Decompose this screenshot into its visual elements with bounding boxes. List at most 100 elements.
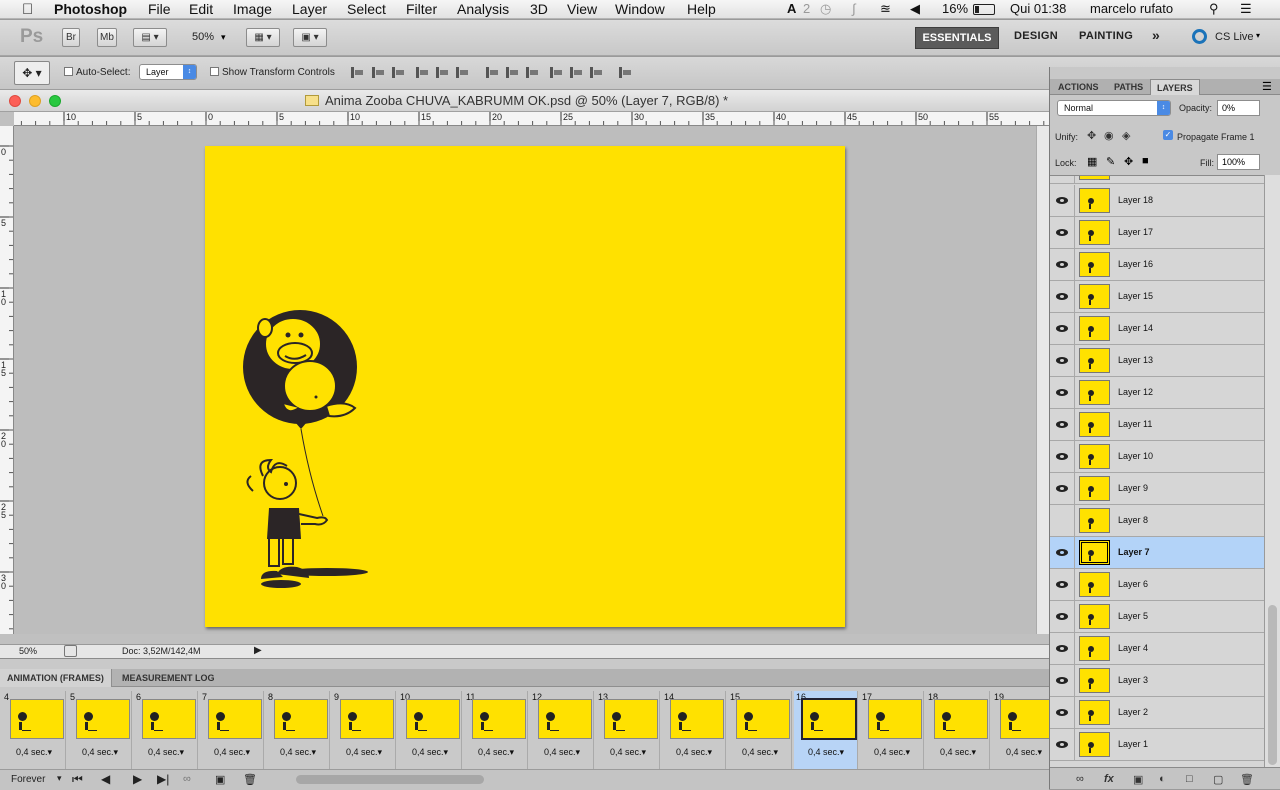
- frame-thumbnail[interactable]: [10, 699, 64, 739]
- align-left-icon[interactable]: [414, 65, 429, 80]
- zoom-chevron-icon[interactable]: ▾: [221, 32, 226, 43]
- layer-row[interactable]: Layer 10: [1050, 441, 1264, 473]
- animation-frame[interactable]: 6 0,4 sec.▾: [134, 691, 198, 769]
- layer-row[interactable]: Layer 8: [1050, 505, 1264, 537]
- auto-select-checkbox[interactable]: [64, 67, 73, 76]
- eye-icon[interactable]: [1056, 741, 1068, 748]
- frame-thumbnail[interactable]: [274, 699, 328, 739]
- animation-frame[interactable]: 12 0,4 sec.▾: [530, 691, 594, 769]
- zoom-window-button[interactable]: [49, 95, 61, 107]
- layer-mask-icon[interactable]: ▣: [1133, 773, 1143, 786]
- layer-visibility-cell[interactable]: [1050, 217, 1075, 248]
- auto-select-toggle[interactable]: Auto-Select:: [64, 67, 130, 78]
- status-arrow-icon[interactable]: ▶: [254, 645, 262, 656]
- eye-icon[interactable]: [1056, 357, 1068, 364]
- delete-frame-icon[interactable]: 🗑: [243, 773, 257, 786]
- menu-edit[interactable]: Edit: [189, 1, 213, 17]
- frame-thumbnail[interactable]: [406, 699, 460, 739]
- frame-thumbnail[interactable]: [670, 699, 724, 739]
- unify-style-icon[interactable]: ◈: [1122, 129, 1130, 142]
- eye-icon[interactable]: [1056, 645, 1068, 652]
- layer-row[interactable]: Layer 15: [1050, 281, 1264, 313]
- cs-live-chevron-icon[interactable]: ▾: [1256, 31, 1260, 40]
- previous-frame-icon[interactable]: ◀: [101, 772, 110, 786]
- layer-visibility-cell[interactable]: [1050, 473, 1075, 504]
- frame-delay[interactable]: 0,4 sec.▾: [464, 747, 528, 758]
- link-layers-icon[interactable]: ∞: [1076, 773, 1084, 785]
- animation-frame[interactable]: 11 0,4 sec.▾: [464, 691, 528, 769]
- menu-file[interactable]: File: [148, 1, 171, 17]
- eye-icon[interactable]: [1056, 197, 1068, 204]
- lock-transparent-icon[interactable]: ▦: [1087, 155, 1097, 168]
- minibridge-button[interactable]: Mb: [97, 28, 117, 47]
- frame-delay[interactable]: 0,4 sec.▾: [662, 747, 726, 758]
- distribute-vcenter-icon[interactable]: [504, 65, 519, 80]
- frame-thumbnail[interactable]: [472, 699, 526, 739]
- panel-menu-icon[interactable]: ☰: [1262, 80, 1272, 93]
- layer-visibility-cell[interactable]: [1050, 569, 1075, 600]
- menu-select[interactable]: Select: [347, 1, 386, 17]
- menubar-clock[interactable]: Qui 01:38: [1010, 1, 1066, 16]
- layer-name[interactable]: Layer 13: [1118, 355, 1153, 365]
- layer-name[interactable]: Layer 18: [1118, 195, 1153, 205]
- frame-delay[interactable]: 0,4 sec.▾: [266, 747, 330, 758]
- eye-icon[interactable]: [1056, 421, 1068, 428]
- layer-row[interactable]: Layer 7: [1050, 537, 1264, 569]
- status-menu-icon[interactable]: [64, 645, 77, 657]
- tab-actions[interactable]: ACTIONS: [1052, 79, 1105, 95]
- zoom-level[interactable]: 50%: [192, 31, 214, 43]
- cs-live-icon[interactable]: [1192, 29, 1207, 44]
- eye-icon[interactable]: [1056, 389, 1068, 396]
- first-frame-icon[interactable]: ⏮: [72, 772, 83, 787]
- loop-chevron-icon[interactable]: ▾: [57, 773, 62, 784]
- align-top-icon[interactable]: [349, 65, 364, 80]
- layer-row-partial[interactable]: [1050, 176, 1264, 184]
- layer-visibility-cell[interactable]: [1050, 345, 1075, 376]
- tab-layers[interactable]: LAYERS: [1150, 79, 1200, 95]
- layer-name[interactable]: Layer 17: [1118, 227, 1153, 237]
- animation-frame[interactable]: 9 0,4 sec.▾: [332, 691, 396, 769]
- layer-visibility-cell[interactable]: [1050, 633, 1075, 664]
- spotlight-icon[interactable]: ⚲: [1209, 1, 1219, 17]
- layer-row[interactable]: Layer 16: [1050, 249, 1264, 281]
- play-icon[interactable]: ▶: [133, 772, 142, 786]
- opacity-input[interactable]: 0%: [1217, 100, 1260, 116]
- menu-view[interactable]: View: [567, 1, 597, 17]
- cs-live-button[interactable]: CS Live: [1215, 31, 1254, 43]
- align-right-icon[interactable]: [454, 65, 469, 80]
- align-hcenter-icon[interactable]: [434, 65, 449, 80]
- animation-frame[interactable]: 18 0,4 sec.▾: [926, 691, 990, 769]
- layer-style-icon[interactable]: fx: [1104, 773, 1114, 785]
- horizontal-ruler[interactable]: 10 5 0 5 10 15 20 25 30 35 40 45 50 55: [14, 112, 1049, 126]
- frame-thumbnail[interactable]: [736, 699, 790, 739]
- animation-frame[interactable]: 7 0,4 sec.▾: [200, 691, 264, 769]
- layer-name[interactable]: Layer 1: [1118, 739, 1148, 749]
- canvas-scrollbar[interactable]: [1036, 126, 1049, 634]
- menu-window[interactable]: Window: [615, 1, 665, 17]
- layer-visibility-cell[interactable]: [1050, 249, 1075, 280]
- frame-delay[interactable]: 0,4 sec.▾: [134, 747, 198, 758]
- animation-frame[interactable]: 4 0,4 sec.▾: [2, 691, 66, 769]
- layer-name[interactable]: Layer 15: [1118, 291, 1153, 301]
- frame-delay[interactable]: 0,4 sec.▾: [596, 747, 660, 758]
- layer-visibility-cell[interactable]: [1050, 377, 1075, 408]
- auto-select-dropdown[interactable]: Layer ↕: [139, 64, 197, 80]
- animation-frame[interactable]: 14 0,4 sec.▾: [662, 691, 726, 769]
- frame-delay[interactable]: 0,4 sec.▾: [68, 747, 132, 758]
- frame-thumbnail[interactable]: [538, 699, 592, 739]
- frame-thumbnail[interactable]: [604, 699, 658, 739]
- eye-icon[interactable]: [1056, 677, 1068, 684]
- animation-frame[interactable]: 10 0,4 sec.▾: [398, 691, 462, 769]
- layer-visibility-cell[interactable]: [1050, 409, 1075, 440]
- frame-thumbnail[interactable]: [142, 699, 196, 739]
- vertical-ruler[interactable]: 0 5 1 0 1 5 2 0 2 5 3 0: [0, 126, 14, 634]
- eye-icon[interactable]: [1056, 581, 1068, 588]
- adjustment-layer-icon[interactable]: ◐: [1159, 773, 1166, 785]
- screen-mode-button[interactable]: ▣ ▾: [293, 28, 327, 47]
- extras-button[interactable]: ▤ ▾: [133, 28, 167, 47]
- frame-delay[interactable]: 0,4 sec.▾: [860, 747, 924, 758]
- unify-visibility-icon[interactable]: ◉: [1104, 129, 1114, 142]
- animation-frame[interactable]: 19 0,4 sec.▾: [992, 691, 1049, 769]
- notification-center-icon[interactable]: ☰: [1240, 1, 1252, 17]
- layer-row[interactable]: Layer 1: [1050, 729, 1264, 761]
